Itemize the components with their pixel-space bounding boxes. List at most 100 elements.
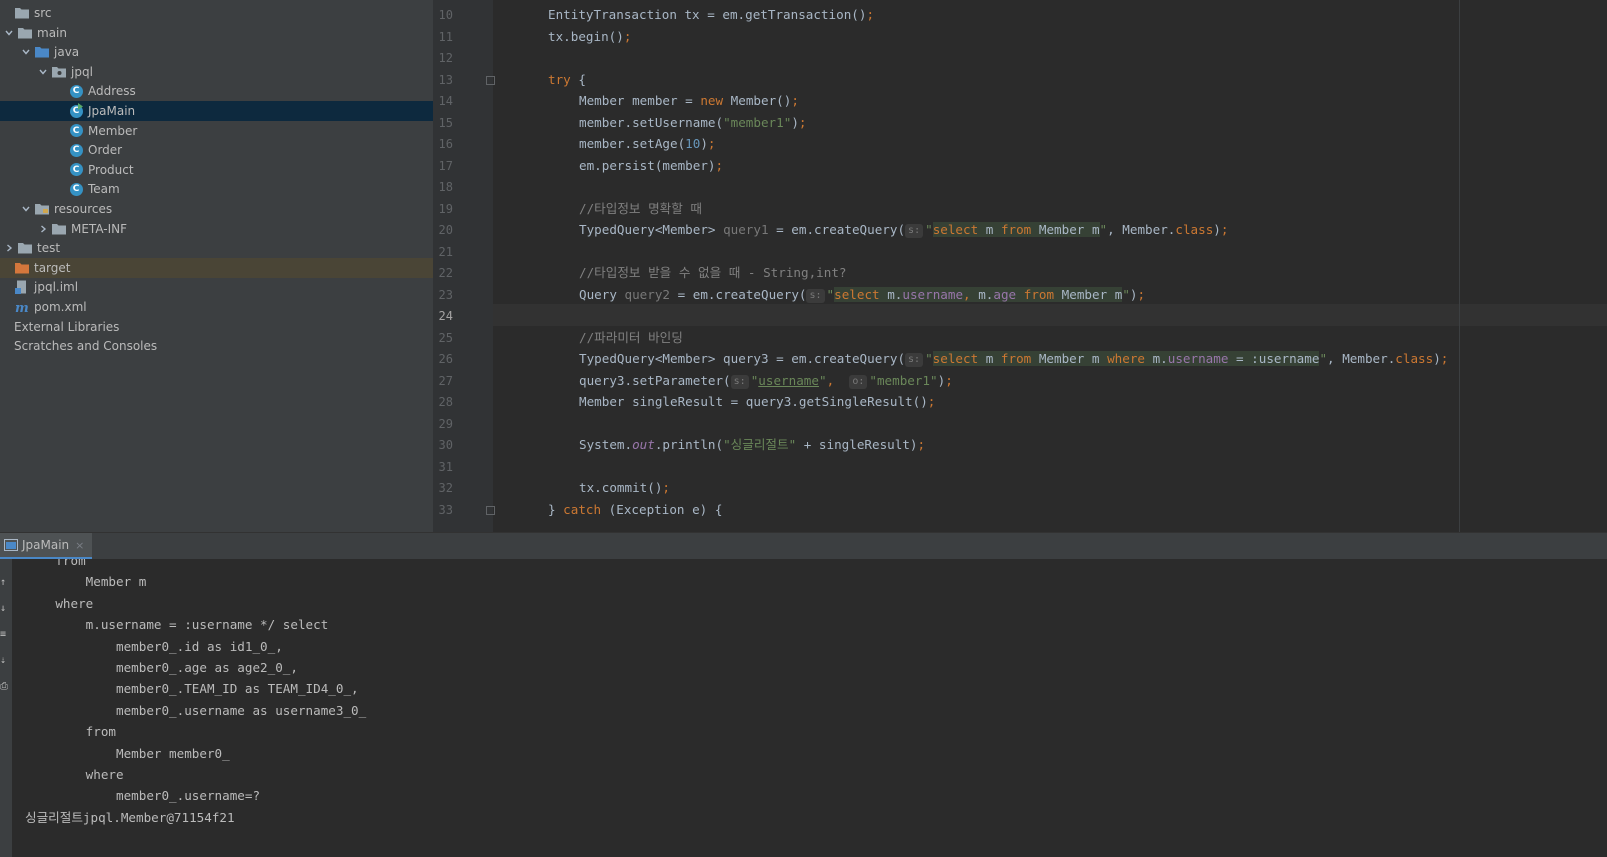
- code-token: Member m: [1054, 286, 1123, 302]
- tree-item-src[interactable]: src: [0, 3, 433, 23]
- code-token: m: [978, 351, 1001, 366]
- tree-item-label: META-INF: [71, 221, 128, 236]
- code-line[interactable]: Member singleResult = query3.getSingleRe…: [579, 391, 935, 413]
- code-line[interactable]: member.setUsername("member1");: [579, 112, 807, 134]
- tree-item-external-libraries[interactable]: External Libraries: [0, 317, 433, 337]
- package-icon: [51, 64, 67, 80]
- code-token: ": [925, 222, 933, 237]
- chevron-right-icon[interactable]: [3, 242, 15, 254]
- line-number-gutter: 10 11 12 13 14 15 16 17 18 19 20 21 22 23 24 25 26 27 28 29…: [433, 0, 495, 532]
- code-line[interactable]: TypedQuery<Member> query1 = em.createQue…: [579, 219, 1228, 241]
- tree-item-test[interactable]: test: [0, 238, 433, 258]
- run-console[interactable]: ↑ ↓ ≡ ⇣ ⎙ from Member m where m.username…: [0, 559, 1607, 857]
- code-token: }: [548, 501, 564, 517]
- code-editor[interactable]: 10 11 12 13 14 15 16 17 18 19 20 21 22 23 24 25 26 27 28 29…: [433, 0, 1607, 532]
- run-tab-jpamain[interactable]: JpaMain ×: [0, 533, 93, 560]
- tree-item-jpql-iml[interactable]: jpql.iml: [0, 277, 433, 297]
- console-line: m.username = :username */ select: [25, 617, 329, 633]
- tree-item-label: Order: [88, 143, 123, 158]
- console-line: where: [25, 767, 124, 782]
- tree-item-scratches-and-consoles[interactable]: Scratches and Consoles: [0, 336, 433, 356]
- parameter-hint: s:: [905, 224, 924, 238]
- tree-item-main[interactable]: main: [0, 23, 433, 43]
- chevron-right-icon[interactable]: [37, 223, 49, 235]
- code-token: ;: [1220, 222, 1229, 237]
- tree-item-resources[interactable]: resources: [0, 199, 433, 219]
- tree-item-java[interactable]: java: [0, 42, 433, 62]
- code-token: (Exception e) {: [601, 501, 723, 517]
- console-line: where: [25, 595, 94, 611]
- console-line: from: [25, 559, 86, 568]
- code-line[interactable]: } catch (Exception e) {: [548, 499, 722, 521]
- code-line[interactable]: member.setAge(10);: [579, 133, 716, 155]
- code-token: System.: [579, 437, 633, 452]
- code-token: //타입정보 받을 수 없을 때 - String,int?: [579, 265, 847, 280]
- line-number: 30: [438, 438, 453, 452]
- chevron-down-icon[interactable]: [20, 203, 32, 215]
- tree-item-jpql[interactable]: jpql: [0, 62, 433, 82]
- code-line[interactable]: EntityTransaction tx = em.getTransaction…: [548, 4, 874, 26]
- console-line: Member m: [25, 574, 147, 590]
- tree-item-team[interactable]: C Team: [0, 179, 433, 199]
- code-token: "member1": [723, 114, 792, 130]
- code-line[interactable]: try {: [548, 69, 586, 91]
- tree-item-label: resources: [54, 202, 113, 216]
- tree-item-member[interactable]: C Member: [0, 121, 433, 141]
- chevron-down-icon[interactable]: [20, 46, 32, 58]
- line-number: 24: [438, 309, 453, 323]
- tree-item-label: main: [37, 25, 67, 40]
- code-line[interactable]: em.persist(member);: [579, 155, 723, 177]
- tree-item-pom-xml[interactable]: m pom.xml: [0, 297, 433, 317]
- tree-item-product[interactable]: C Product: [0, 160, 433, 180]
- code-token: from: [1000, 222, 1032, 237]
- console-line: 싱글리절트jpql.Member@71154f21: [25, 809, 235, 825]
- code-token: Query: [579, 286, 625, 302]
- code-line[interactable]: System.out.println("싱글리절트" + singleResul…: [579, 434, 925, 456]
- code-token: TypedQuery<Member>: [579, 222, 724, 237]
- code-token: catch: [563, 501, 602, 517]
- line-number: 28: [438, 395, 453, 409]
- code-line[interactable]: tx.commit();: [579, 477, 670, 499]
- code-token: 10: [685, 136, 701, 151]
- code-token: + singleResult): [796, 437, 918, 452]
- tree-item-label: src: [34, 6, 52, 20]
- print-icon[interactable]: ⎙: [0, 681, 10, 695]
- close-icon[interactable]: ×: [75, 539, 84, 552]
- code-line[interactable]: //파라미터 바인딩: [579, 327, 683, 349]
- code-line[interactable]: Member member = new Member();: [579, 90, 799, 112]
- fold-marker-icon[interactable]: [486, 505, 495, 515]
- chevron-down-icon[interactable]: [37, 66, 49, 78]
- tree-item-jpamain[interactable]: C JpaMain: [0, 101, 433, 121]
- code-token: "member1": [869, 372, 938, 388]
- code-token: ,: [826, 372, 850, 388]
- code-line[interactable]: TypedQuery<Member> query3 = em.createQue…: [579, 348, 1448, 370]
- code-token: new: [700, 93, 724, 108]
- tree-item-meta-inf[interactable]: META-INF: [0, 219, 433, 239]
- tree-item-order[interactable]: C Order: [0, 140, 433, 160]
- tree-item-target[interactable]: target: [0, 257, 433, 278]
- code-token: query3.setParameter(: [579, 372, 731, 388]
- scroll-to-end-icon[interactable]: ⇣: [0, 655, 10, 669]
- code-token: ": [925, 351, 933, 366]
- code-line[interactable]: //타입정보 받을 수 없을 때 - String,int?: [579, 262, 847, 284]
- code-line[interactable]: //타입정보 명확할 때: [579, 198, 702, 220]
- code-line[interactable]: tx.begin();: [548, 26, 631, 48]
- tree-item-address[interactable]: C Address: [0, 81, 433, 101]
- right-margin-guide: [1459, 0, 1460, 532]
- code-line[interactable]: query3.setParameter(s: "username", o: "mem…: [579, 370, 953, 392]
- rerun-icon[interactable]: ↑: [0, 577, 10, 591]
- code-line[interactable]: Query query2 = em.createQuery(s: "select …: [579, 284, 1145, 306]
- code-token: = em.createQuery(: [670, 286, 807, 302]
- code-token: try: [548, 71, 571, 87]
- source-folder-icon: [34, 44, 50, 60]
- chevron-down-icon[interactable]: [3, 27, 15, 39]
- line-number: 23: [438, 287, 453, 302]
- soft-wrap-icon[interactable]: ≡: [0, 629, 10, 643]
- stop-icon[interactable]: ↓: [0, 603, 10, 617]
- tree-item-label: jpql: [71, 64, 93, 79]
- fold-marker-icon[interactable]: [486, 75, 495, 85]
